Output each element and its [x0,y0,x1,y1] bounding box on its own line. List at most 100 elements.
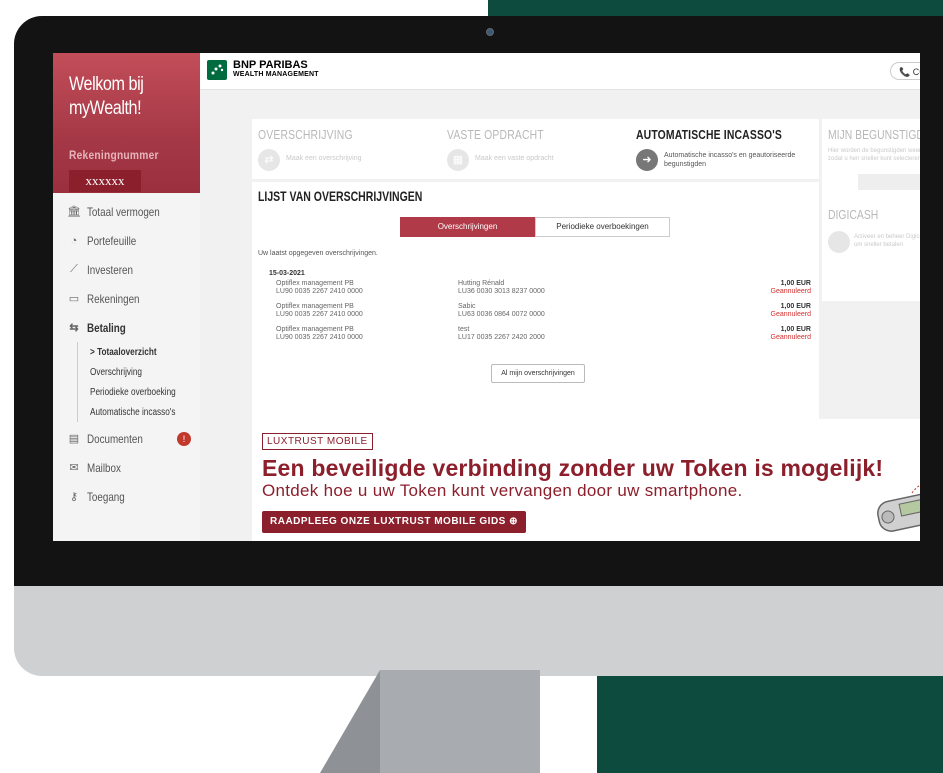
calendar-icon: ▦ [447,149,469,171]
action-overschrijving[interactable]: OVERSCHRIJVING ⇄ Maak een overschrijving [252,119,440,179]
sidebar-item-portefeuille[interactable]: ◔ Portefeuille [53,226,200,255]
luxtrust-guide-button[interactable]: RAADPLEEG ONZE LUXTRUST MOBILE GIDS ⊕ [262,511,527,533]
right-panel: MIJN BEGUNSTIGDEN Hier worden de begunst… [822,119,920,301]
payment-actions: OVERSCHRIJVING ⇄ Maak een overschrijving… [252,119,819,179]
monitor-stand-left [320,670,380,773]
status-badge: Geannuleerd [770,311,811,318]
luxtrust-banner: LUXTRUST MOBILE Een beveiligde verbindin… [252,419,920,541]
sidebar-item-mailbox[interactable]: ✉ Mailbox [53,453,200,482]
row-to: test LU17 0035 2267 2420 2000 [458,326,545,342]
row-from: Optiflex management PB LU90 0035 2267 241… [276,326,363,342]
action-description: Maak een overschrijving [286,155,362,162]
stars-icon [211,64,224,75]
list-date: 15-03-2021 [269,270,305,277]
sidebar-item-label: Portefeuille [87,233,137,248]
status-badge: Geannuleerd [770,334,811,341]
sidebar-item-toegang[interactable]: ⚷ Toegang [53,482,200,511]
phone-icon: 📞 [899,67,911,77]
tab-overschrijvingen[interactable]: Overschrijvingen [400,217,535,237]
welcome-text: Welkom bij myWealth! [69,74,144,119]
sidebar-item-label: Betaling [87,320,126,335]
luxtrust-tag: LUXTRUST MOBILE [262,433,373,450]
all-transfers-button[interactable]: Al mijn overschrijvingen [491,364,585,383]
from-name: Optiflex management PB [276,326,354,333]
brand-logo[interactable]: BNP PARIBAS WEALTH MANAGEMENT [233,60,319,80]
from-iban: LU90 0035 2267 2410 0000 [276,288,363,295]
row-from: Optiflex management PB LU90 0035 2267 241… [276,303,363,319]
screen: Welkom bij myWealth! Rekeningnummer xxxx… [53,53,920,541]
main-content: OVERSCHRIJVING ⇄ Maak een overschrijving… [200,89,920,541]
pie-chart-icon: ◔ [70,234,78,247]
sidebar-item-documenten[interactable]: ▤ Documenten ! [53,424,200,453]
subnav-label: Overschrijving [90,366,142,378]
monitor-stand [380,670,540,773]
subnav-label: Periodieke overboeking [90,386,176,398]
subnav-label: > Totaaloverzicht [90,346,157,358]
top-header: BNP PARIBAS WEALTH MANAGEMENT 📞 CO [200,53,920,90]
bank-icon: 🏛 [67,206,81,218]
bnp-logo-icon [207,60,227,80]
table-row[interactable]: Optiflex management PB LU90 0035 2267 241… [276,280,811,302]
row-amount: 1,00 EUR Geannuleerd [771,326,811,342]
to-name: Hutting Rénald [458,280,505,287]
account-number[interactable]: xxxxxx [69,170,141,192]
to-name: Sabic [458,303,476,310]
list-intro: Uw laatst opgegeven overschrijvingen. [258,250,378,257]
table-row[interactable]: Optiflex management PB LU90 0035 2267 241… [276,326,811,348]
account-label: Rekeningnummer [69,148,159,162]
row-from: Optiflex management PB LU90 0035 2267 241… [276,280,363,296]
list-tabs: Overschrijvingen Periodieke overboekinge… [400,217,670,237]
sidebar-item-label: Toegang [87,489,125,504]
arrow-right-icon: ➜ [636,149,658,171]
amount-value: 1,00 EUR [780,326,811,333]
line-chart-icon: ⟋ [70,263,78,275]
contact-button[interactable]: 📞 CO [890,62,920,80]
sidebar-item-label: Mailbox [87,460,121,475]
card-icon: ▭ [68,293,80,305]
row-amount: 1,00 EUR Geannuleerd [771,280,811,296]
subnav-item-totaaloverzicht[interactable]: > Totaaloverzicht [78,342,200,362]
to-name: test [458,326,470,333]
sidebar-header: Welkom bij myWealth! Rekeningnummer xxxx… [53,53,200,193]
table-row[interactable]: Optiflex management PB LU90 0035 2267 241… [276,303,811,325]
mail-icon: ✉ [69,462,79,474]
token-device-icon [877,484,920,532]
sidebar: Welkom bij myWealth! Rekeningnummer xxxx… [53,53,200,541]
camera-icon [486,28,494,36]
from-name: Optiflex management PB [276,280,354,287]
amount-value: 1,00 EUR [780,280,811,287]
subnav-label: Automatische incasso's [90,406,176,418]
subnav-item-automatische-incassos[interactable]: Automatische incasso's [78,402,200,422]
transfers-list: LIJST VAN OVERSCHRIJVINGEN Overschrijvin… [252,182,819,454]
action-title: VASTE OPDRACHT [447,127,544,142]
action-description: Maak een vaste opdracht [475,155,554,162]
brand-subtitle: WEALTH MANAGEMENT [233,71,319,78]
row-to: Hutting Rénald LU36 0030 3013 8237 0000 [458,280,545,296]
sidebar-item-totaal-vermogen[interactable]: 🏛 Totaal vermogen [53,197,200,226]
action-description: Automatische incasso's en geautoriseerde… [664,152,796,168]
action-automatische-incassos[interactable]: AUTOMATISCHE INCASSO'S ➜ Automatische in… [630,119,818,179]
row-amount: 1,00 EUR Geannuleerd [771,303,811,319]
begunstigden-text: Hier worden de begunstigden weergegeven,… [828,148,920,162]
sidebar-item-investeren[interactable]: ⟋ Investeren [53,255,200,284]
action-title: AUTOMATISCHE INCASSO'S [636,127,783,142]
action-vaste-opdracht[interactable]: VASTE OPDRACHT ▦ Maak een vaste opdracht [441,119,629,179]
banner-headline: Een beveiligde verbinding zonder uw Toke… [262,455,884,481]
sidebar-item-label: Totaal vermogen [87,204,160,219]
contact-label: CO [912,67,920,77]
to-iban: LU17 0035 2267 2420 2000 [458,334,545,341]
to-iban: LU63 0036 0864 0072 0000 [458,311,545,318]
sidebar-item-rekeningen[interactable]: ▭ Rekeningen [53,284,200,313]
tab-periodieke-overboekingen[interactable]: Periodieke overboekingen [535,217,670,237]
subnav-item-overschrijving[interactable]: Overschrijving [78,362,200,382]
sidebar-item-betaling[interactable]: ⇆ Betaling [53,313,200,342]
subnav-item-periodieke-overboeking[interactable]: Periodieke overboeking [78,382,200,402]
sidebar-item-label: Documenten [87,431,143,446]
brand-name: BNP PARIBAS [233,59,308,71]
digicash-icon [828,231,850,253]
action-title: OVERSCHRIJVING [258,127,353,142]
amount-value: 1,00 EUR [780,303,811,310]
from-name: Optiflex management PB [276,303,354,310]
begunstigden-button[interactable] [858,174,920,190]
background-green-bottom [597,660,943,773]
